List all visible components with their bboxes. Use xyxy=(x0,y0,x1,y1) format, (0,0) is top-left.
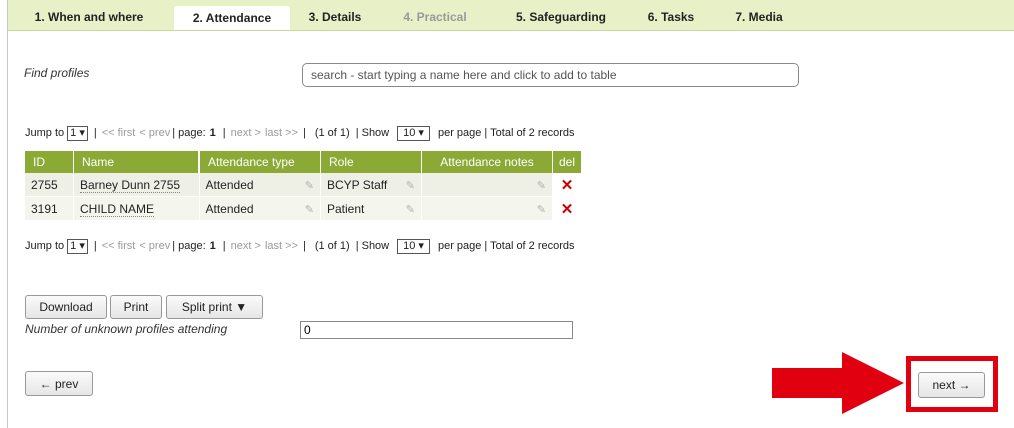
next-link: next > xyxy=(230,240,261,252)
records-total: per page | Total of 2 records xyxy=(437,127,575,139)
find-profiles-label: Find profiles xyxy=(24,66,90,80)
pager-top: Jump to 1 ▾ | << first < prev | page: 1 … xyxy=(25,124,575,142)
col-delete: del xyxy=(552,151,582,173)
cell-notes[interactable]: ✎ xyxy=(421,196,553,221)
cell-name[interactable]: Barney Dunn 2755 xyxy=(73,173,200,197)
col-attendance-type: Attendance type xyxy=(199,151,321,173)
cell-name[interactable]: CHILD NAME xyxy=(73,196,200,221)
edit-pencil-icon[interactable]: ✎ xyxy=(305,179,314,192)
tab-attendance[interactable]: 2. Attendance xyxy=(174,6,290,30)
attendance-table: ID Name Attendance type Role Attendance … xyxy=(25,151,582,221)
pager-divider: | xyxy=(222,240,226,252)
pager-divider: | xyxy=(93,240,97,252)
page-count: (1 of 1) xyxy=(314,127,350,139)
show-select[interactable]: 10 ▾ xyxy=(397,125,430,141)
step-tabs: 1. When and where 2. Attendance 3. Detai… xyxy=(8,0,1014,31)
attendance-type-value: Attended xyxy=(205,201,254,216)
edit-pencil-icon[interactable]: ✎ xyxy=(537,203,546,216)
tab-practical: 4. Practical xyxy=(403,10,467,24)
col-role: Role xyxy=(320,151,422,173)
cell-role[interactable]: BCYP Staff ✎ xyxy=(320,173,422,197)
pager-divider: | xyxy=(222,127,226,139)
cell-attendance-type[interactable]: Attended ✎ xyxy=(199,196,321,221)
page-count: (1 of 1) xyxy=(314,240,350,252)
next-button[interactable]: next → xyxy=(918,372,985,398)
attendance-type-value: Attended xyxy=(205,177,254,192)
tab-media[interactable]: 7. Media xyxy=(726,8,792,30)
print-button[interactable]: Print xyxy=(110,295,162,319)
page-label: | page: xyxy=(172,127,206,139)
last-link: last >> xyxy=(264,240,298,252)
cell-delete[interactable]: ✕ xyxy=(552,173,582,197)
show-label: | Show xyxy=(355,127,390,139)
tab-tasks[interactable]: 6. Tasks xyxy=(638,8,704,30)
first-link: << first xyxy=(101,127,136,139)
show-label: | Show xyxy=(355,240,390,252)
show-select[interactable]: 10 ▾ xyxy=(397,238,430,254)
table-row: 2755 Barney Dunn 2755 Attended ✎ BCYP Sta… xyxy=(25,173,582,197)
pager-divider: | xyxy=(93,127,97,139)
edit-pencil-icon[interactable]: ✎ xyxy=(305,203,314,216)
search-input[interactable] xyxy=(302,63,799,87)
prev-link: < prev xyxy=(139,127,171,139)
first-link: << first xyxy=(101,240,136,252)
left-border xyxy=(0,0,8,428)
jump-to-label: Jump to xyxy=(25,127,65,139)
edit-pencil-icon[interactable]: ✎ xyxy=(406,203,415,216)
records-total: per page | Total of 2 records xyxy=(437,240,575,252)
tab-when-and-where[interactable]: 1. When and where xyxy=(24,8,154,30)
prev-button[interactable]: ← prev xyxy=(25,371,93,396)
jump-to-label: Jump to xyxy=(25,240,65,252)
page-number: 1 xyxy=(209,240,216,252)
jump-to-select[interactable]: 1 ▾ xyxy=(67,125,88,141)
profile-name-link[interactable]: CHILD NAME xyxy=(80,201,155,217)
col-name: Name xyxy=(73,151,200,173)
cell-notes[interactable]: ✎ xyxy=(421,173,553,197)
profile-name-link[interactable]: Barney Dunn 2755 xyxy=(80,177,181,193)
cell-attendance-type[interactable]: Attended ✎ xyxy=(199,173,321,197)
cell-id: 2755 xyxy=(25,173,74,197)
table-row: 3191 CHILD NAME Attended ✎ Patient ✎ ✎ ✕ xyxy=(25,196,582,221)
cell-delete[interactable]: ✕ xyxy=(552,196,582,221)
download-button[interactable]: Download xyxy=(25,295,107,319)
next-link: next > xyxy=(230,127,261,139)
page-label: | page: xyxy=(172,240,206,252)
unknown-profiles-input[interactable] xyxy=(300,321,573,339)
prev-link: < prev xyxy=(139,240,171,252)
split-print-button[interactable]: Split print ▼ xyxy=(166,295,263,319)
tab-details[interactable]: 3. Details xyxy=(298,8,372,30)
delete-icon[interactable]: ✕ xyxy=(561,177,574,194)
delete-icon[interactable]: ✕ xyxy=(561,201,574,218)
unknown-profiles-label: Number of unknown profiles attending xyxy=(25,322,228,336)
jump-to-select[interactable]: 1 ▾ xyxy=(67,238,88,254)
edit-pencil-icon[interactable]: ✎ xyxy=(537,179,546,192)
last-link: last >> xyxy=(264,127,298,139)
pager-divider: | xyxy=(302,127,306,139)
pager-divider: | xyxy=(302,240,306,252)
tab-safeguarding[interactable]: 5. Safeguarding xyxy=(502,8,620,30)
page-number: 1 xyxy=(209,127,216,139)
cell-id: 3191 xyxy=(25,196,74,221)
col-attendance-notes: Attendance notes xyxy=(421,151,553,173)
cell-role[interactable]: Patient ✎ xyxy=(320,196,422,221)
role-value: BCYP Staff xyxy=(327,177,388,192)
pager-bottom: Jump to 1 ▾ | << first < prev | page: 1 … xyxy=(25,237,575,255)
red-arrow-icon xyxy=(772,352,904,414)
edit-pencil-icon[interactable]: ✎ xyxy=(406,179,415,192)
col-id: ID xyxy=(25,151,74,173)
role-value: Patient xyxy=(327,201,365,216)
